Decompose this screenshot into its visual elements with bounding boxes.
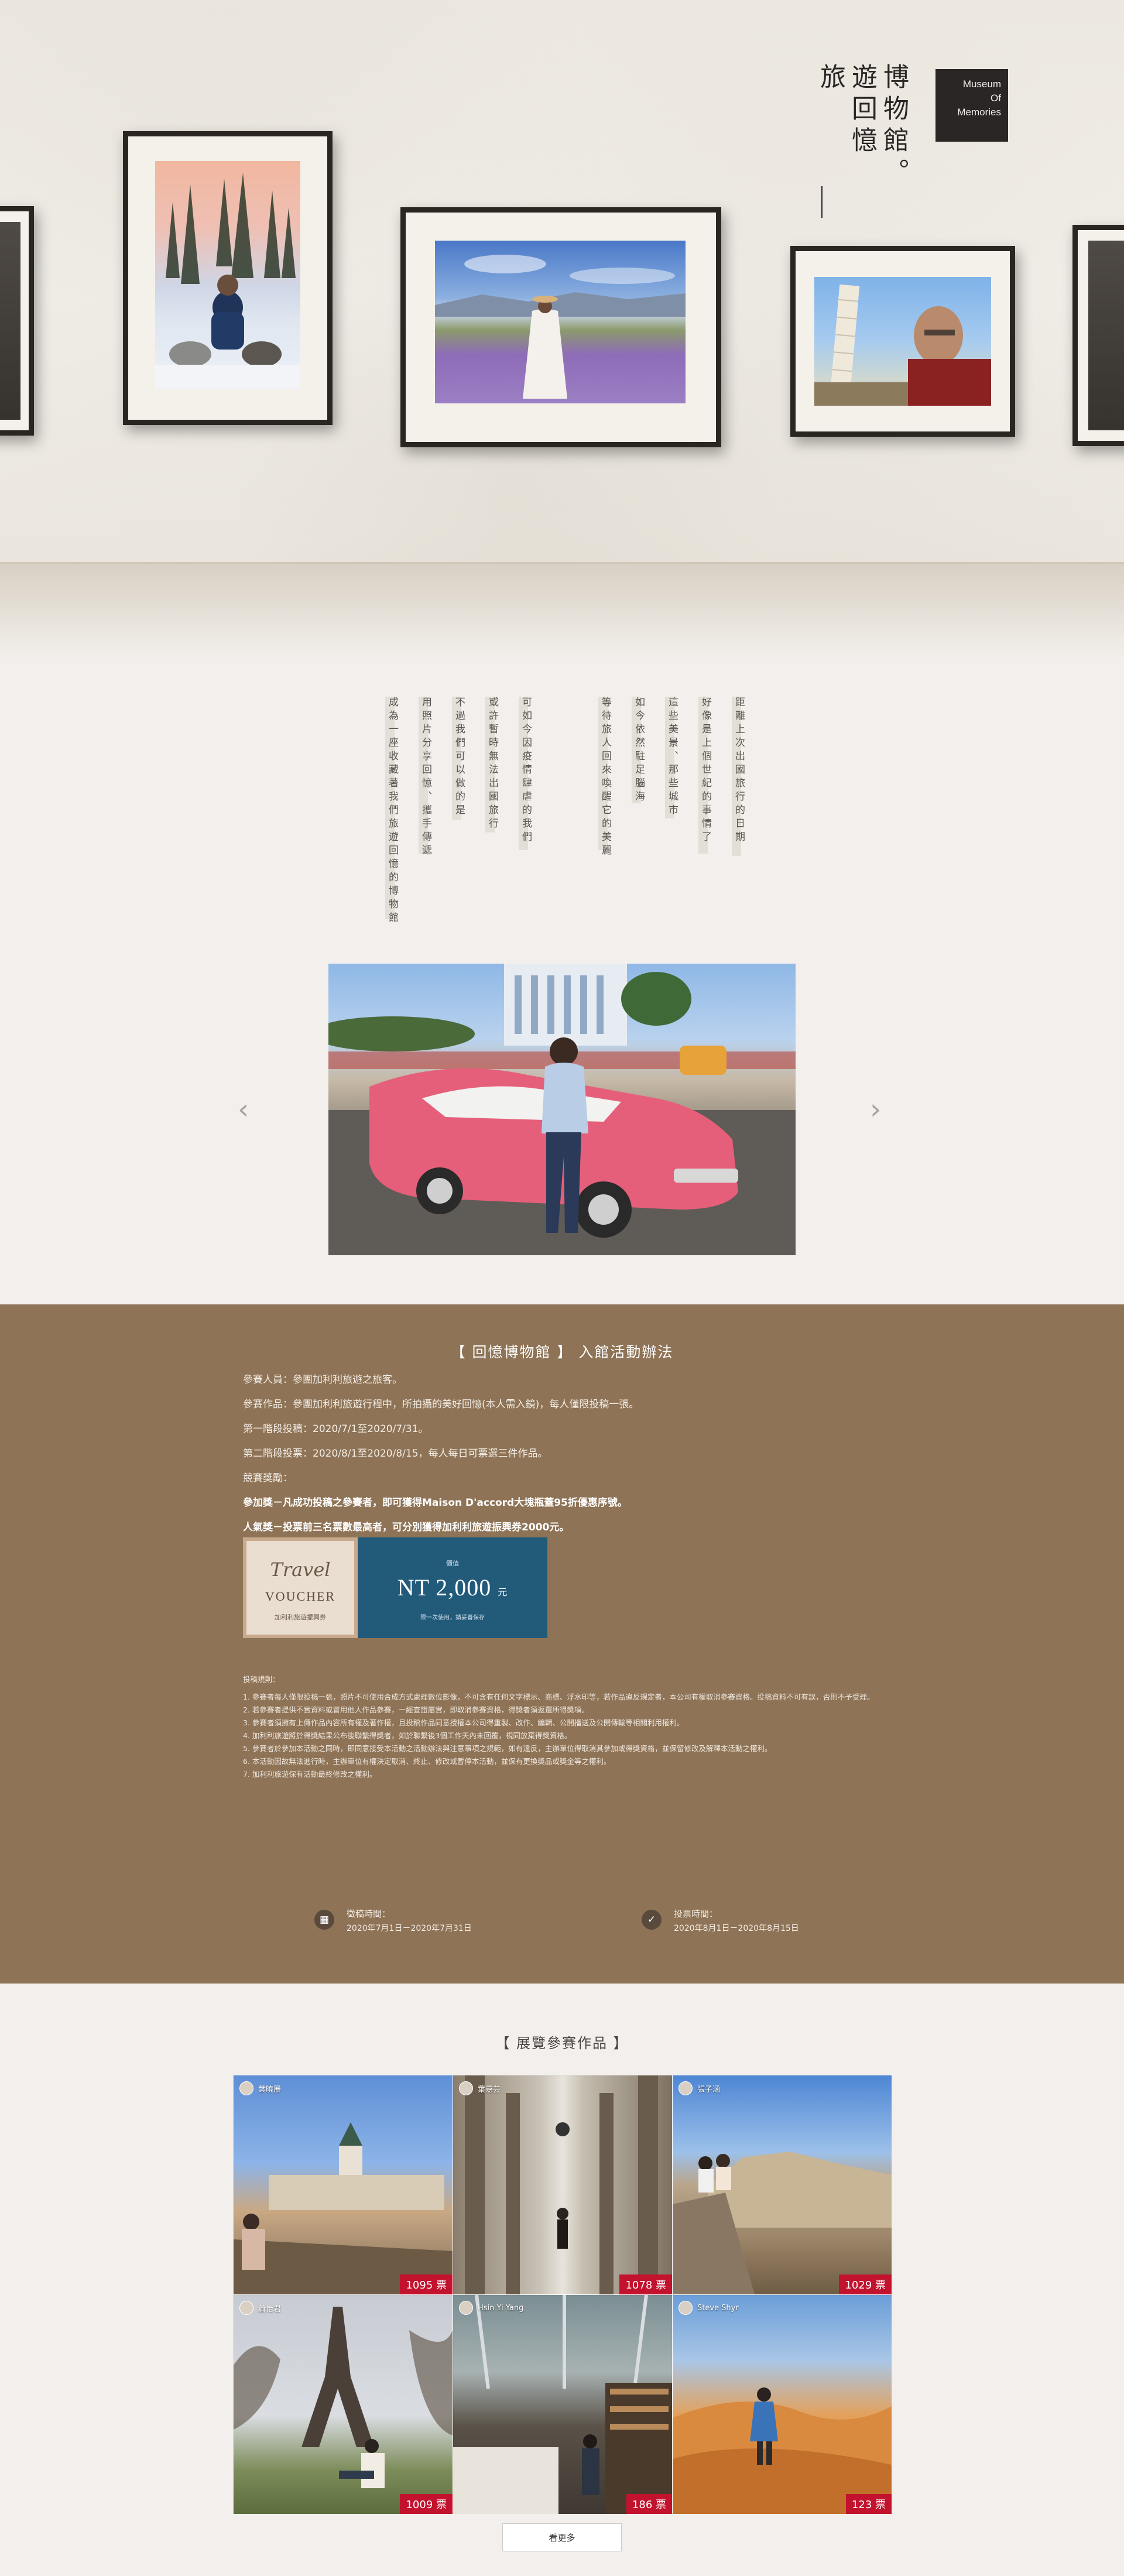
lavender-field-photo [435, 241, 686, 403]
title-col-2: 遊回憶 [847, 63, 877, 158]
entry-card[interactable]: 張子涵 1029 票 [673, 2075, 892, 2294]
avatar [239, 2301, 253, 2315]
vote-count-badge: 1029 票 [839, 2274, 892, 2294]
submission-period-value: 2020年7月1日－2020年7月31日 [347, 1924, 472, 1933]
avatar [459, 2301, 473, 2315]
avatar [459, 2081, 473, 2095]
entry-card[interactable]: 葉曉展 1095 票 [234, 2075, 453, 2294]
vote-count-badge: 186 票 [626, 2494, 672, 2514]
carousel-slide-image[interactable] [328, 964, 796, 1255]
submission-period-label: 徵稿時間： [347, 1909, 391, 1919]
voting-period-label: 投票時間： [674, 1909, 718, 1919]
see-more-button[interactable]: 看更多 [502, 2523, 622, 2551]
museum-of-memories-logo: Museum Of Memories [935, 69, 1008, 142]
rules-line: 第一階段投稿：2020/7/1至2020/7/31。 [243, 1423, 429, 1435]
voucher-amount: NT 2,000 [397, 1574, 492, 1601]
vote-count-badge: 1009 票 [400, 2494, 453, 2514]
title-col-1: 博物館。 [879, 63, 909, 190]
gallery-floor [0, 562, 1124, 659]
rules-title: 【 回憶博物館 】 入館活動辦法 [450, 1344, 674, 1361]
hero-gallery-wall: 博物館。 遊回憶 旅 Museum Of Memories [0, 0, 1124, 659]
rules-bold-line: 參加獎－凡成功投稿之參賽者，即可獲得Maison D'accord大塊瓶蓋95折… [243, 1497, 628, 1509]
poem-line: 成為一座收藏著我們旅遊回憶的博物館 [386, 697, 398, 926]
calendar-icon: ▦ [314, 1910, 334, 1930]
avatar [678, 2081, 693, 2095]
rules-line: 參賽作品：參團加利利旅遊行程中，所拍攝的美好回憶(本人需入鏡)，每人僅限投稿一張… [243, 1399, 639, 1410]
rules-line: 競賽獎勵： [243, 1472, 293, 1484]
vote-count-badge: 123 票 [845, 2494, 892, 2514]
frame-lavender-photo [400, 207, 721, 447]
title-divider [821, 186, 823, 218]
floor-edge [0, 562, 1124, 564]
poem-line: 如今依然駐足腦海 [633, 697, 645, 804]
submission-rules: 投稿規則： 1. 參賽者每人僅限投稿一張，照片不可使用合成方式處理數位影像，不可… [243, 1675, 875, 1779]
carousel-prev-button[interactable]: ‹ [238, 1095, 249, 1124]
voucher-right: 價值 NT 2,000 元 限一次使用，請妥善保存 [358, 1537, 547, 1638]
avatar [239, 2081, 253, 2095]
frame-partial-left [0, 206, 34, 436]
entries-title: 【 展覽參賽作品 】 [495, 2035, 629, 2051]
entry-card[interactable]: 蕭怡君 1009 票 [234, 2295, 453, 2514]
poem-line: 好像是上個世紀的事情了 [700, 697, 711, 845]
entry-card[interactable]: Hsin Yi Yang 186 票 [453, 2295, 672, 2514]
rules-line: 參賽人員：參團加利利旅遊之旅客。 [243, 1374, 402, 1386]
title-col-3: 旅 [815, 63, 845, 95]
avatar [678, 2301, 693, 2315]
thumbs-up-icon: ✓ [642, 1910, 662, 1930]
poem-line: 距離上次出國旅行的日期 [733, 697, 745, 845]
poem-line: 可如今因疫情肆虐的我們 [520, 697, 532, 845]
entries-grid: 葉曉展 1095 票 葉嘉芸 1078 票 張子涵 1029 票 蕭怡君 100… [233, 2075, 892, 2514]
vote-count-badge: 1095 票 [400, 2274, 453, 2294]
rules-line: 第二階段投票：2020/8/1至2020/8/15，每人每日可票選三件作品。 [243, 1448, 548, 1460]
snow-husky-photo [155, 161, 300, 389]
rules-bold-line: 人氣獎－投票前三名票數最高者，可分別獲得加利利旅遊振興券2000元。 [243, 1522, 570, 1533]
poem-line: 等待旅人回來喚醒它的美麗 [599, 697, 611, 858]
vote-count-badge: 1078 票 [619, 2274, 672, 2294]
poem-line: 或許暫時無法出國旅行 [486, 697, 498, 831]
pisa-tower-photo [814, 277, 991, 406]
poem-line: 這些美景、那些城市 [666, 697, 678, 818]
voting-period-value: 2020年8月1日－2020年8月15日 [674, 1924, 799, 1933]
voucher-left: Travel VOUCHER 加利利旅遊振興券 [243, 1537, 358, 1638]
frame-pisa-photo [790, 246, 1015, 437]
frame-partial-right [1072, 225, 1124, 446]
entry-card[interactable]: 葉嘉芸 1078 票 [453, 2075, 672, 2294]
frame-snow-photo [123, 131, 333, 425]
entry-card[interactable]: Steve Shyr 123 票 [673, 2295, 892, 2514]
poem-line: 不過我們可以做的是 [453, 697, 465, 818]
carousel-next-button[interactable]: › [870, 1095, 881, 1124]
travel-voucher-image: Travel VOUCHER 加利利旅遊振興券 價值 NT 2,000 元 限一… [243, 1537, 547, 1638]
poem-line: 用照片分享回憶、攜手傳遞 [420, 697, 431, 858]
